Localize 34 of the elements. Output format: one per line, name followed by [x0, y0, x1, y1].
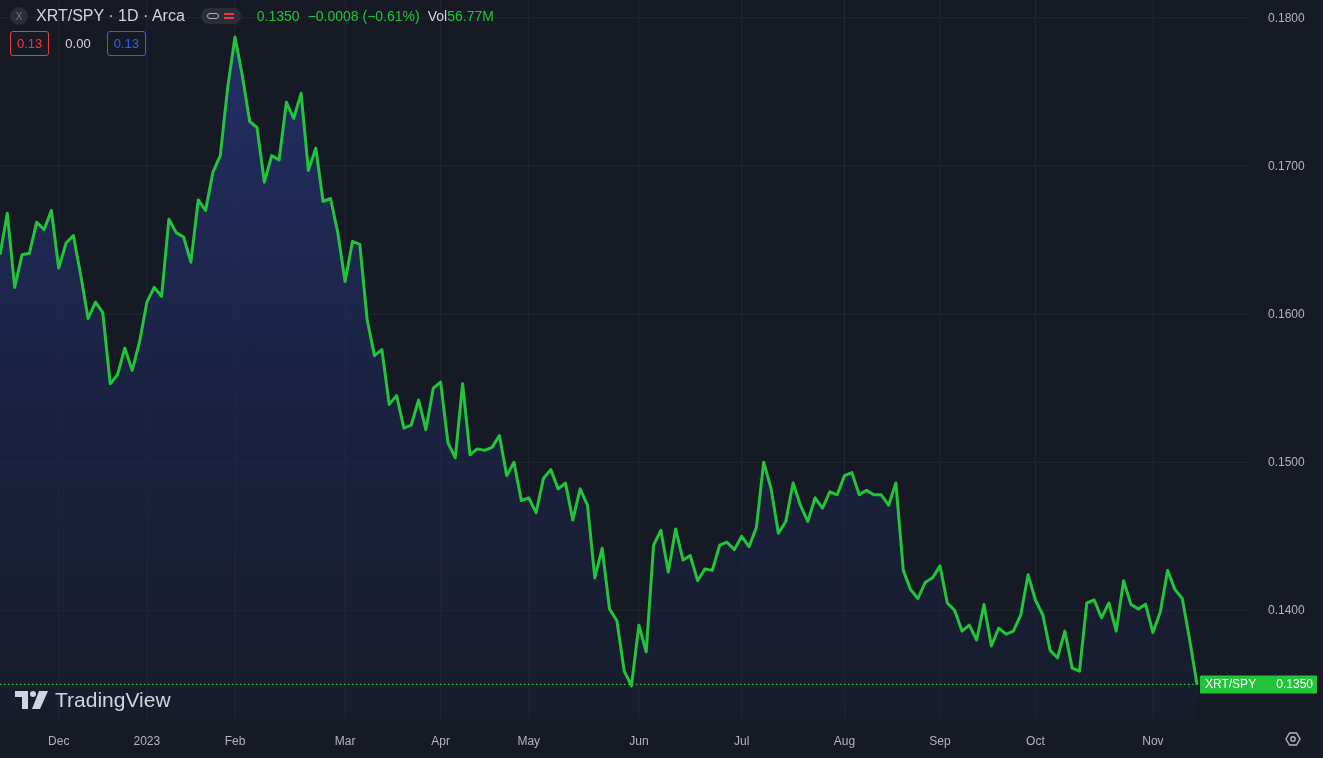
- time-tick: Mar: [334, 734, 356, 748]
- time-tick: Oct: [1026, 734, 1045, 748]
- time-tick: Jul: [734, 734, 750, 748]
- time-tick: Nov: [1142, 734, 1164, 748]
- time-tick: Dec: [48, 734, 70, 748]
- sell-price-button[interactable]: 0.13: [10, 31, 50, 56]
- symbol-title[interactable]: XRT/SPY · 1D · Arca: [36, 7, 185, 25]
- time-tick: Feb: [224, 734, 246, 748]
- series-label: XRT/SPY: [1205, 677, 1257, 692]
- last-price-label: XRT/SPY 0.1350: [1200, 675, 1317, 694]
- logo-mark-icon: [15, 691, 49, 709]
- buy-price-button[interactable]: 0.13: [106, 31, 146, 56]
- symbol-logo: X: [10, 7, 28, 25]
- price-tick: 0.1700: [1268, 158, 1305, 173]
- time-tick: Jun: [629, 734, 649, 748]
- time-tick: Apr: [431, 734, 450, 748]
- market-status-icon: [206, 12, 219, 20]
- status-pill[interactable]: [200, 8, 241, 24]
- last-price: 0.1350: [256, 8, 300, 24]
- time-tick: 2023: [133, 734, 161, 748]
- price-tick: 0.1500: [1268, 455, 1305, 470]
- spread-value: 0.00: [64, 35, 92, 53]
- time-tick: Sep: [929, 734, 951, 748]
- price-tick: 0.1400: [1268, 603, 1305, 618]
- equals-icon: [222, 11, 235, 21]
- price-tick: 0.1800: [1268, 10, 1305, 25]
- volume-label: Vol: [427, 8, 448, 24]
- time-tick: May: [517, 734, 541, 748]
- logo-text: TradingView: [55, 688, 171, 712]
- price-change: −0.0008 (−0.61%): [307, 8, 420, 24]
- settings-icon[interactable]: [1285, 732, 1301, 746]
- price-tick: 0.1600: [1268, 307, 1305, 322]
- volume-value: 56.77M: [447, 8, 494, 24]
- time-tick: Aug: [833, 734, 856, 748]
